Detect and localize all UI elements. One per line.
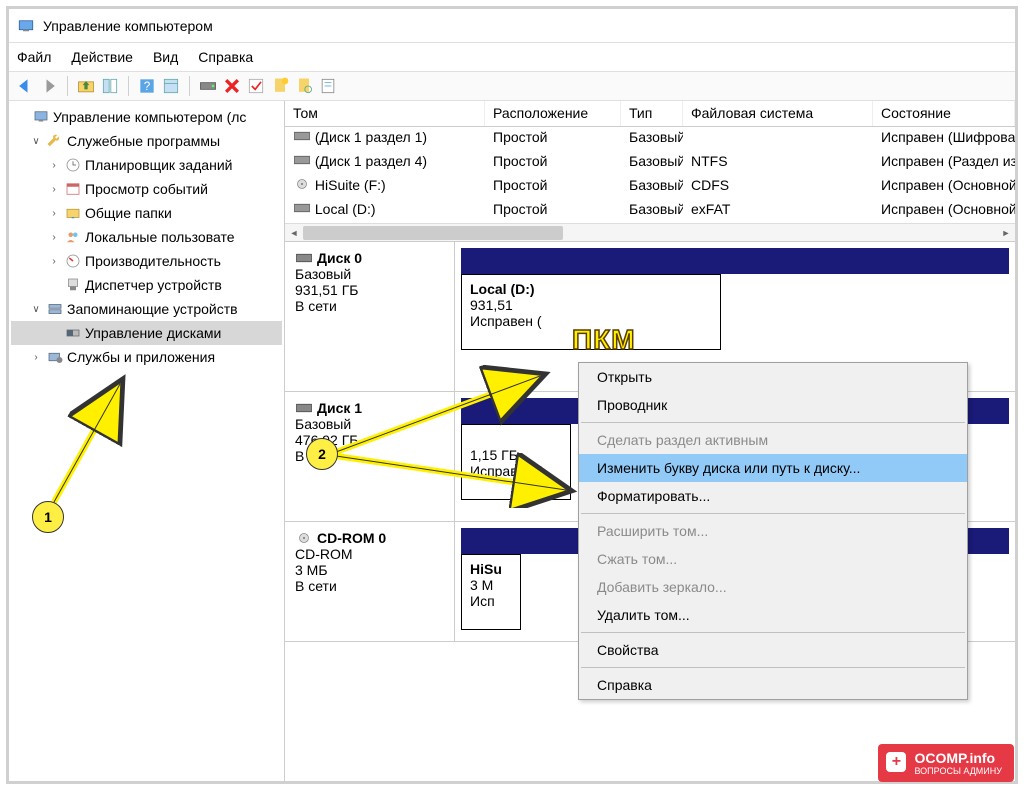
scroll-left-icon[interactable]: ◄ bbox=[285, 224, 303, 242]
toolbar-separator bbox=[67, 76, 68, 96]
annotation-pkm: ПКМ bbox=[572, 324, 636, 356]
calendar-icon bbox=[64, 180, 82, 198]
scroll-right-icon[interactable]: ► bbox=[997, 224, 1015, 242]
cm-separator bbox=[581, 513, 965, 514]
help-icon[interactable]: ? bbox=[137, 76, 157, 96]
menu-action[interactable]: Действие bbox=[71, 49, 133, 65]
cm-shrink: Сжать том... bbox=[579, 545, 967, 573]
disk-info-0[interactable]: Диск 0 Базовый 931,51 ГБ В сети bbox=[285, 242, 455, 391]
partition-1-15gb[interactable]: 1,15 ГБ Исправен ( bbox=[461, 424, 571, 500]
device-icon bbox=[64, 276, 82, 294]
clock-icon bbox=[64, 156, 82, 174]
folder-up-icon[interactable] bbox=[76, 76, 96, 96]
plus-icon: + bbox=[886, 752, 906, 772]
app-icon bbox=[17, 17, 35, 35]
col-type[interactable]: Тип bbox=[621, 101, 683, 126]
titlebar: Управление компьютером bbox=[9, 9, 1015, 43]
tree-task-scheduler[interactable]: ›Планировщик заданий bbox=[11, 153, 282, 177]
show-hide-icon[interactable] bbox=[100, 76, 120, 96]
watermark: + OCOMP.info ВОПРОСЫ АДМИНУ bbox=[878, 744, 1014, 782]
col-layout[interactable]: Расположение bbox=[485, 101, 621, 126]
tree-services-apps[interactable]: ›Службы и приложения bbox=[11, 345, 282, 369]
cm-properties[interactable]: Свойства bbox=[579, 636, 967, 664]
properties-icon[interactable] bbox=[318, 76, 338, 96]
list-item[interactable]: (Диск 1 раздел 1) ПростойБазовыйИсправен… bbox=[285, 127, 1015, 151]
tree-performance[interactable]: ›Производительность bbox=[11, 249, 282, 273]
watermark-main: OCOMP.info bbox=[914, 750, 995, 766]
list-item[interactable]: Local (D:) ПростойБазовыйexFATИсправен (… bbox=[285, 199, 1015, 223]
col-status[interactable]: Состояние bbox=[873, 101, 1015, 126]
tree-root[interactable]: Управление компьютером (лс bbox=[11, 105, 282, 129]
hdd-icon bbox=[295, 402, 313, 414]
col-volume[interactable]: Том bbox=[285, 101, 485, 126]
cd-icon bbox=[293, 178, 311, 190]
storage-icon bbox=[46, 300, 64, 318]
panel-icon[interactable] bbox=[161, 76, 181, 96]
back-icon[interactable] bbox=[15, 76, 35, 96]
drive-icon bbox=[293, 202, 311, 214]
tree-disk-management[interactable]: Управление дисками bbox=[11, 321, 282, 345]
menu-file[interactable]: Файл bbox=[17, 49, 51, 65]
disk-mgmt-icon bbox=[64, 324, 82, 342]
list-item[interactable]: (Диск 1 раздел 4) ПростойБазовыйNTFSИспр… bbox=[285, 151, 1015, 175]
delete-icon[interactable] bbox=[222, 76, 242, 96]
cm-separator bbox=[581, 667, 965, 668]
disk-icon[interactable] bbox=[198, 76, 218, 96]
annotation-step-2: 2 bbox=[306, 438, 338, 470]
disk-info-cdrom[interactable]: CD-ROM 0 CD-ROM 3 МБ В сети bbox=[285, 522, 455, 641]
forward-icon[interactable] bbox=[39, 76, 59, 96]
search-icon[interactable] bbox=[294, 76, 314, 96]
horizontal-scrollbar[interactable]: ◄ ► bbox=[285, 223, 1015, 241]
tree-event-viewer[interactable]: ›Просмотр событий bbox=[11, 177, 282, 201]
cm-separator bbox=[581, 422, 965, 423]
tree-shared-folders[interactable]: ›Общие папки bbox=[11, 201, 282, 225]
tree-panel: Управление компьютером (лс ∨Служебные пр… bbox=[9, 101, 285, 781]
tree-device-manager[interactable]: Диспетчер устройств bbox=[11, 273, 282, 297]
wrench-icon bbox=[46, 132, 64, 150]
volume-list-header: Том Расположение Тип Файловая система Со… bbox=[285, 101, 1015, 127]
menubar: Файл Действие Вид Справка bbox=[9, 43, 1015, 71]
tree-storage[interactable]: ∨Запоминающие устройств bbox=[11, 297, 282, 321]
cm-make-active: Сделать раздел активным bbox=[579, 426, 967, 454]
cdrom-icon bbox=[295, 532, 313, 544]
window-title: Управление компьютером bbox=[43, 18, 213, 34]
cm-explorer[interactable]: Проводник bbox=[579, 391, 967, 419]
toolbar: ? bbox=[9, 71, 1015, 101]
users-icon bbox=[64, 228, 82, 246]
cm-format[interactable]: Форматировать... bbox=[579, 482, 967, 510]
services-icon bbox=[46, 348, 64, 366]
annotation-step-1: 1 bbox=[32, 501, 64, 533]
drive-icon bbox=[293, 130, 311, 142]
cm-extend: Расширить том... bbox=[579, 517, 967, 545]
cm-change-drive-letter[interactable]: Изменить букву диска или путь к диску... bbox=[579, 454, 967, 482]
hdd-icon bbox=[295, 252, 313, 264]
toolbar-separator bbox=[189, 76, 190, 96]
cm-separator bbox=[581, 632, 965, 633]
cm-help[interactable]: Справка bbox=[579, 671, 967, 699]
new-icon[interactable] bbox=[270, 76, 290, 96]
toolbar-separator bbox=[128, 76, 129, 96]
cm-delete-volume[interactable]: Удалить том... bbox=[579, 601, 967, 629]
context-menu: Открыть Проводник Сделать раздел активны… bbox=[578, 362, 968, 700]
partition-hisuite[interactable]: HiSu 3 M Исп bbox=[461, 554, 521, 630]
scrollbar-thumb[interactable] bbox=[303, 226, 563, 240]
cm-mirror: Добавить зеркало... bbox=[579, 573, 967, 601]
col-fs[interactable]: Файловая система bbox=[683, 101, 873, 126]
cm-open[interactable]: Открыть bbox=[579, 363, 967, 391]
drive-icon bbox=[293, 154, 311, 166]
shared-folder-icon bbox=[64, 204, 82, 222]
svg-text:?: ? bbox=[144, 80, 151, 93]
watermark-sub: ВОПРОСЫ АДМИНУ bbox=[914, 766, 1002, 776]
check-icon[interactable] bbox=[246, 76, 266, 96]
performance-icon bbox=[64, 252, 82, 270]
volume-list: (Диск 1 раздел 1) ПростойБазовыйИсправен… bbox=[285, 127, 1015, 223]
list-item[interactable]: HiSuite (F:) ПростойБазовыйCDFSИсправен … bbox=[285, 175, 1015, 199]
tree-local-users[interactable]: ›Локальные пользовате bbox=[11, 225, 282, 249]
menu-view[interactable]: Вид bbox=[153, 49, 178, 65]
computer-icon bbox=[32, 108, 50, 126]
menu-help[interactable]: Справка bbox=[198, 49, 253, 65]
tree-system-tools[interactable]: ∨Служебные программы bbox=[11, 129, 282, 153]
